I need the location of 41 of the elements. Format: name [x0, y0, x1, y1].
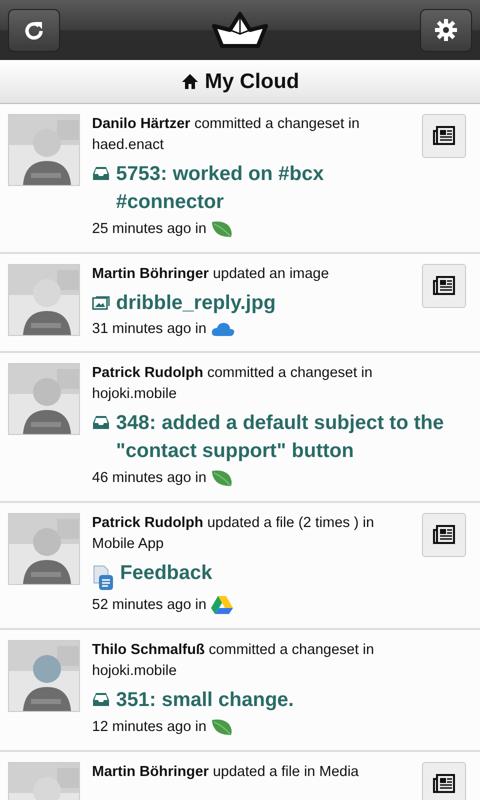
triangle-logo-icon — [211, 595, 234, 614]
refresh-button[interactable] — [8, 8, 60, 52]
leaf-icon — [211, 469, 234, 487]
activity-description: Patrick Rudolph updated a file (2 times ) in Mobile App — [92, 514, 376, 554]
timestamp: 46 minutes ago in — [92, 470, 206, 486]
document-icon — [92, 565, 114, 591]
leaf-icon — [211, 718, 234, 736]
activity-title-link[interactable]: 5753: worked on #bcx #connector — [116, 160, 414, 216]
newspaper-icon — [433, 276, 455, 296]
activity-description: Danilo Härtzer committed a changeset in haed.enact — [92, 115, 361, 155]
timestamp: 25 minutes ago in — [92, 221, 206, 237]
settings-icon — [434, 18, 458, 42]
activity-description: Patrick Rudolph committed a changeset in hojoki.mobile — [92, 364, 374, 404]
image-file-icon — [92, 295, 110, 310]
refresh-icon — [23, 19, 45, 41]
inbox-tray-icon — [92, 166, 110, 181]
details-button[interactable] — [422, 762, 466, 800]
activity-title-link[interactable]: 351: small change. — [116, 686, 294, 714]
leaf-icon — [211, 220, 234, 238]
settings-button[interactable] — [420, 8, 472, 52]
timestamp: 52 minutes ago in — [92, 596, 206, 612]
timestamp: 31 minutes ago in — [92, 321, 206, 337]
newspaper-icon — [433, 525, 455, 545]
inbox-tray-icon — [92, 415, 110, 430]
activity-description: Martin Böhringer updated an image — [92, 265, 330, 284]
page-title: My Cloud — [204, 70, 300, 94]
newspaper-icon — [433, 126, 455, 146]
activity-title-link[interactable]: 348: added a default subject to the "contact support" button — [116, 409, 466, 465]
details-button[interactable] — [422, 264, 466, 308]
home-icon — [180, 73, 199, 90]
inbox-tray-icon — [92, 692, 110, 707]
paper-boat-logo — [210, 10, 270, 50]
activity-description: Martin Böhringer updated a file in Media — [92, 763, 360, 782]
activity-description: Thilo Schmalfuß committed a changeset in hojoki.mobile — [92, 641, 376, 681]
timestamp: 12 minutes ago in — [92, 719, 206, 735]
details-button[interactable] — [422, 114, 466, 158]
newspaper-icon — [433, 774, 455, 794]
activity-title-link[interactable]: Feedback — [120, 559, 212, 587]
details-button[interactable] — [422, 513, 466, 557]
activity-title-link[interactable]: dribble_reply.jpg — [116, 289, 276, 317]
cloud-icon — [211, 321, 236, 337]
